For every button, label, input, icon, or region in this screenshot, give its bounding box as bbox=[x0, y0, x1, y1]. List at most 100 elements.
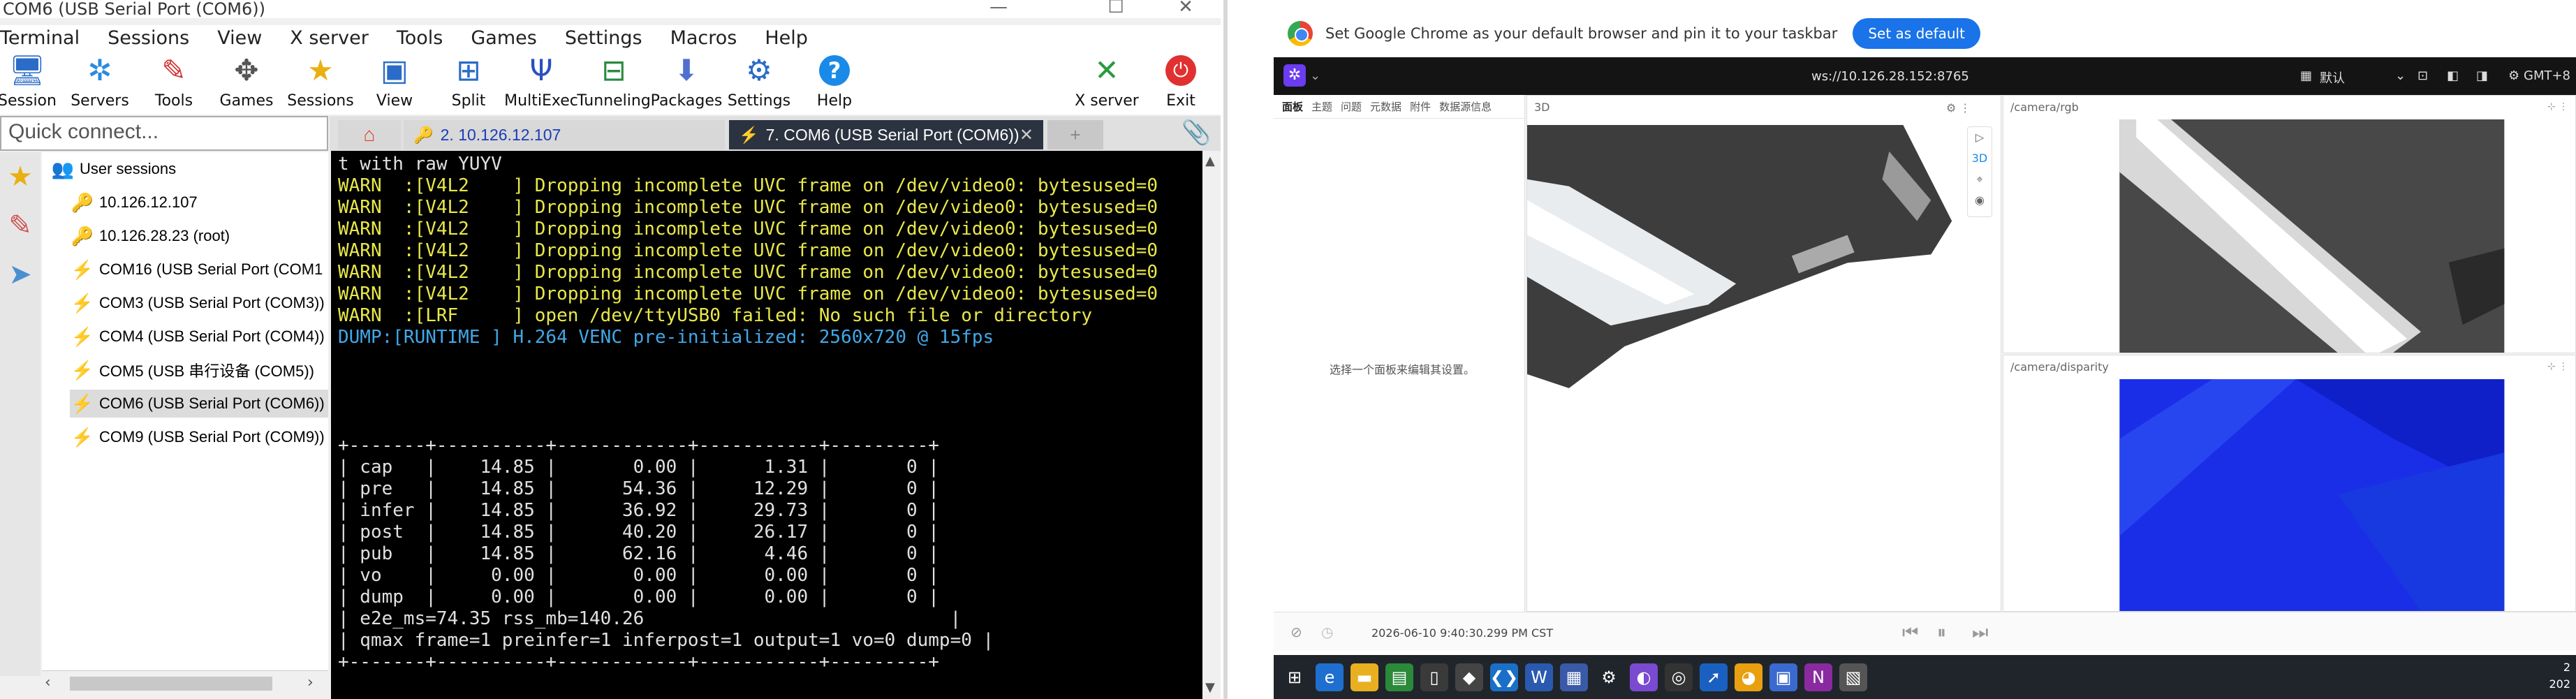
star-icon[interactable]: ★ bbox=[0, 152, 41, 201]
packages-button[interactable]: ⬇ Packages bbox=[651, 53, 723, 110]
meeting-icon[interactable]: ▣ bbox=[1769, 663, 1797, 691]
app-cube-icon[interactable]: ◆ bbox=[1455, 663, 1483, 691]
word-icon[interactable]: W bbox=[1525, 663, 1553, 691]
scroll-right-icon[interactable]: › bbox=[307, 674, 314, 691]
new-tab-button[interactable]: + bbox=[1047, 120, 1103, 149]
seek-back-icon[interactable]: ⏮ bbox=[1902, 622, 1918, 644]
tunneling-button[interactable]: ⊟ Tunneling bbox=[577, 53, 651, 110]
app-drop-icon[interactable]: ◐ bbox=[1630, 663, 1658, 691]
terminal-output[interactable]: t with raw YUYV WARN :[V4L2 ] Dropping in… bbox=[331, 151, 1202, 699]
publish-icon[interactable]: ◉ bbox=[1968, 190, 1992, 211]
panel-3d-settings-icon[interactable]: ⚙ ⋮ bbox=[1946, 101, 1971, 115]
pointer-icon[interactable]: ▷ bbox=[1968, 127, 1992, 148]
menu-view[interactable]: View bbox=[217, 27, 262, 49]
scroll-thumb[interactable] bbox=[70, 677, 272, 691]
timezone-label[interactable]: GMT+8 bbox=[2524, 68, 2570, 83]
tab-topics[interactable]: 主题 bbox=[1311, 99, 1332, 114]
ruler-icon[interactable]: ⌖ bbox=[1968, 169, 1992, 190]
onenote-icon[interactable]: N bbox=[1804, 663, 1832, 691]
session-button[interactable]: 🖥 Session bbox=[0, 53, 59, 110]
foxglove-logo-icon[interactable]: ✲ bbox=[1283, 64, 1306, 87]
windows-start-icon[interactable]: ⊞ bbox=[1281, 663, 1309, 691]
tab-home[interactable]: ⌂ bbox=[338, 120, 401, 149]
chrome-taskbar-icon[interactable]: ◕ bbox=[1735, 663, 1762, 691]
panel-camera-disparity[interactable]: /camera/disparity ⊹ ⋮ bbox=[2003, 355, 2576, 612]
clock-icon[interactable]: ◷ bbox=[1321, 624, 1333, 640]
menu-settings[interactable]: Settings bbox=[565, 27, 642, 49]
chevron-down-icon[interactable]: ⌄ bbox=[1310, 68, 1320, 83]
tree-item[interactable]: 🔑 10.126.12.107 bbox=[70, 189, 198, 216]
tree-root[interactable]: 👥 User sessions bbox=[50, 155, 176, 183]
file-explorer-icon[interactable]: ▬ bbox=[1350, 663, 1378, 691]
minimize-button[interactable]: — bbox=[978, 0, 1020, 18]
panel-options-icon[interactable]: ⊹ ⋮ bbox=[2547, 361, 2568, 372]
tree-item[interactable]: ⚡ COM9 (USB Serial Port (COM9)) bbox=[70, 423, 328, 451]
right-sidebar-icon[interactable]: ◨ bbox=[2476, 68, 2488, 83]
settings-icon[interactable]: ⚙ bbox=[2508, 68, 2519, 83]
menu-tools[interactable]: Tools bbox=[397, 27, 443, 49]
tree-horizontal-scrollbar[interactable]: ‹ › bbox=[42, 670, 328, 696]
app-grid-icon[interactable]: ▦ bbox=[1560, 663, 1588, 691]
quick-connect-input[interactable]: Quick connect... bbox=[0, 116, 328, 151]
left-sidebar-icon[interactable]: ◧ bbox=[2447, 68, 2459, 83]
split-button[interactable]: ⊞ Split bbox=[437, 53, 500, 110]
tree-item-selected[interactable]: ⚡ COM6 (USB Serial Port (COM6)) bbox=[70, 390, 328, 418]
games-button[interactable]: ✥ Games bbox=[215, 53, 278, 110]
tab-metadata[interactable]: 元数据 bbox=[1370, 99, 1401, 114]
set-as-default-button[interactable]: Set as default bbox=[1853, 18, 1980, 49]
sessions-button[interactable]: ★ Sessions bbox=[287, 53, 353, 110]
terminal-vertical-scrollbar[interactable]: ▲ ▼ bbox=[1202, 151, 1221, 699]
help-button[interactable]: ? Help bbox=[803, 53, 866, 110]
taskbar-clock[interactable]: 2 202 bbox=[2549, 659, 2570, 693]
attach-icon[interactable]: 📎 bbox=[1182, 119, 1211, 147]
panel-camera-rgb[interactable]: /camera/rgb ⊹ ⋮ bbox=[2003, 95, 2576, 353]
chevron-down-icon[interactable]: ⌄ bbox=[2395, 68, 2406, 83]
panel-3d[interactable]: 3D ▷ 3D ⌖ ◉ ⚙ ⋮ bbox=[1526, 95, 2001, 612]
x-server-button[interactable]: ✕ X server bbox=[1075, 53, 1139, 110]
tree-item[interactable]: ⚡ COM5 (USB 串行设备 (COM5)) bbox=[70, 356, 328, 384]
servers-button[interactable]: ✲ Servers bbox=[68, 53, 131, 110]
multiexec-button[interactable]: Ψ MultiExec bbox=[504, 53, 578, 110]
tree-item[interactable]: ⚡ COM3 (USB Serial Port (COM3)) bbox=[70, 289, 328, 317]
exit-button[interactable]: ⏻ Exit bbox=[1149, 53, 1212, 110]
image-viewer-icon[interactable]: ▧ bbox=[1839, 663, 1867, 691]
tools-icon[interactable]: ✎ bbox=[0, 201, 41, 250]
info-icon[interactable]: ⊘ bbox=[1290, 624, 1302, 640]
menu-macros[interactable]: Macros bbox=[670, 27, 737, 49]
edge-icon[interactable]: e bbox=[1316, 663, 1344, 691]
panel-options-icon[interactable]: ⊹ ⋮ bbox=[2547, 101, 2568, 112]
tab-com6[interactable]: ⚡ 7. COM6 (USB Serial Port (COM6)) ✕ bbox=[729, 120, 1043, 149]
tab-attachments[interactable]: 附件 bbox=[1410, 99, 1431, 114]
tab-panels[interactable]: 面板 bbox=[1282, 99, 1303, 114]
close-button[interactable]: ✕ bbox=[1165, 0, 1207, 18]
scroll-left-icon[interactable]: ‹ bbox=[45, 674, 51, 691]
tree-item[interactable]: ⚡ COM16 (USB Serial Port (COM1 bbox=[70, 256, 328, 284]
settings-button[interactable]: ⚙ Settings bbox=[728, 53, 790, 110]
tab-ssh-10-126-12-107[interactable]: 🔑 2. 10.126.12.107 bbox=[404, 120, 725, 149]
seek-forward-icon[interactable]: ⏭ bbox=[1972, 622, 1988, 644]
tree-item[interactable]: ⚡ COM4 (USB Serial Port (COM4)) bbox=[70, 323, 328, 351]
layout-icon[interactable]: ▦ bbox=[2300, 68, 2312, 83]
layout-name[interactable]: 默认 bbox=[2320, 68, 2345, 87]
menu-x-server[interactable]: X server bbox=[290, 27, 369, 49]
send-icon[interactable]: ➤ bbox=[0, 250, 41, 299]
settings-app-icon[interactable]: ⚙ bbox=[1595, 663, 1623, 691]
scroll-down-icon[interactable]: ▼ bbox=[1205, 680, 1215, 695]
3d-mode-icon[interactable]: 3D bbox=[1968, 148, 1992, 169]
terminal-app-icon[interactable]: ▯ bbox=[1420, 663, 1448, 691]
scroll-up-icon[interactable]: ▲ bbox=[1205, 154, 1215, 168]
close-tab-icon[interactable]: ✕ bbox=[1020, 125, 1033, 145]
maximize-button[interactable]: ☐ bbox=[1095, 0, 1137, 18]
menu-sessions[interactable]: Sessions bbox=[108, 27, 189, 49]
add-panel-icon[interactable]: ⊡ bbox=[2417, 68, 2428, 83]
tab-problems[interactable]: 问题 bbox=[1341, 99, 1362, 114]
menu-help[interactable]: Help bbox=[765, 27, 808, 49]
app-bird-icon[interactable]: ➚ bbox=[1700, 663, 1728, 691]
obs-icon[interactable]: ◎ bbox=[1665, 663, 1693, 691]
menu-terminal[interactable]: Terminal bbox=[0, 27, 80, 49]
pause-icon[interactable]: ⏸ bbox=[1937, 622, 1946, 644]
tree-item[interactable]: 🔑 10.126.28.23 (root) bbox=[70, 222, 230, 250]
vscode-icon[interactable]: ❮❯ bbox=[1490, 663, 1518, 691]
tools-button[interactable]: ✎ Tools bbox=[142, 53, 205, 110]
menu-games[interactable]: Games bbox=[471, 27, 536, 49]
